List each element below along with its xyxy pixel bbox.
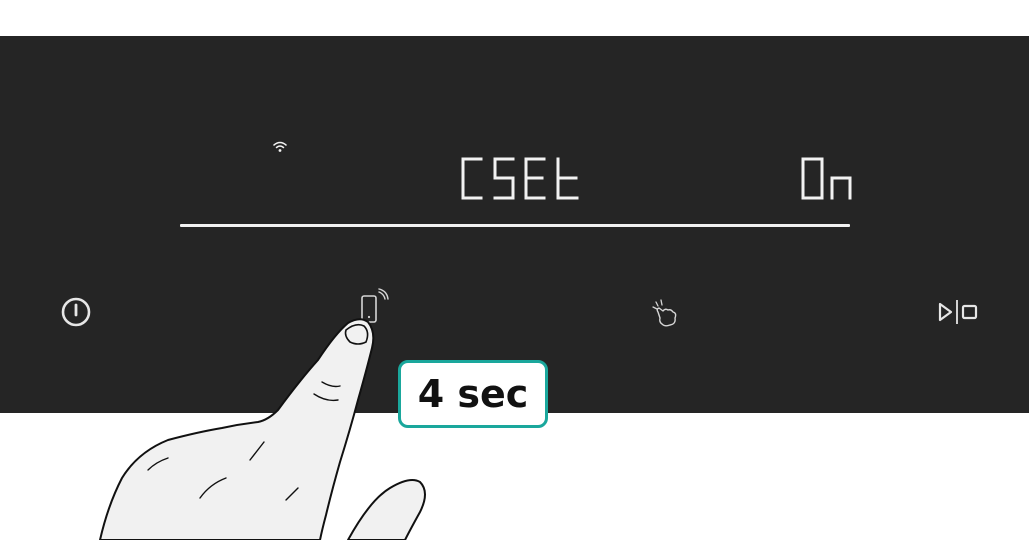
appliance-control-illustration: CSEt On [0, 0, 1029, 540]
hand-index-finger [99, 318, 375, 540]
hand-thumb [347, 479, 426, 540]
duration-label: 4 sec [417, 372, 529, 416]
duration-callout: 4 sec [398, 360, 548, 428]
pointing-hand-illustration [99, 318, 426, 540]
